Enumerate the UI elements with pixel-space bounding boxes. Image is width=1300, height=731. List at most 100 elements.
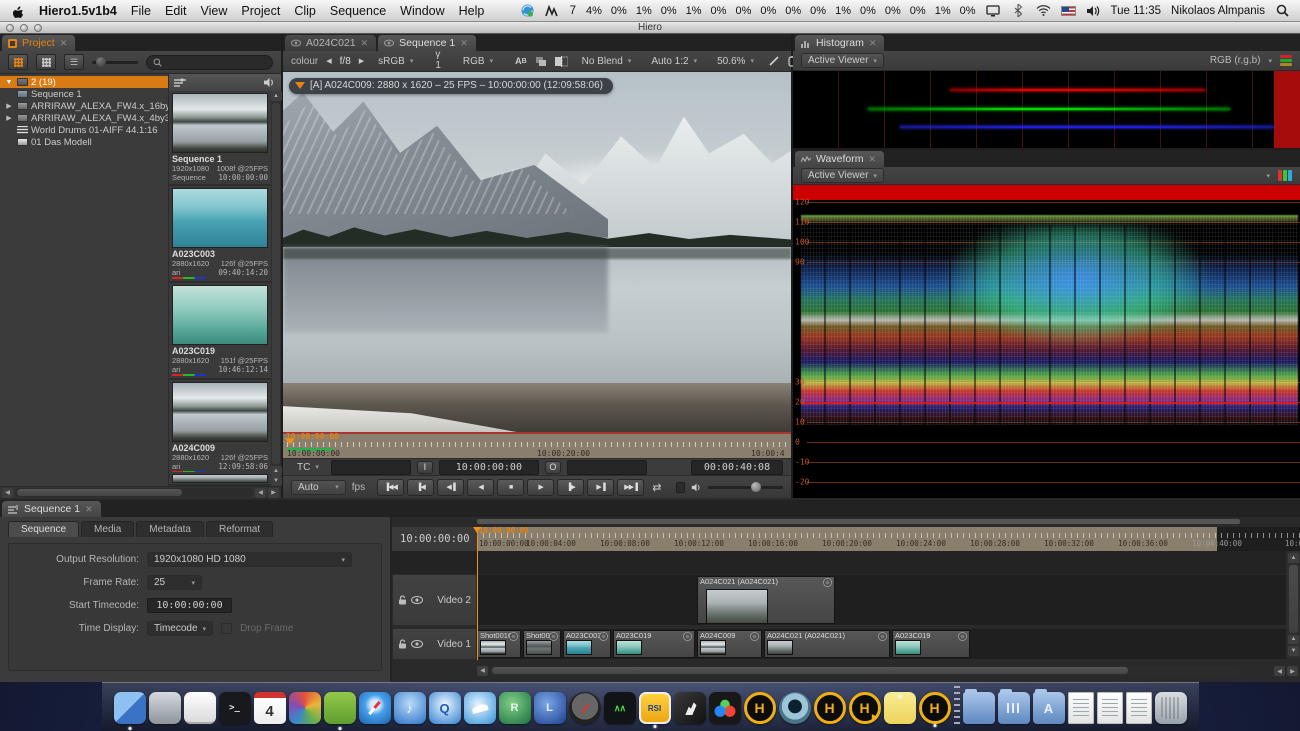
start-timecode-field[interactable]: 10:00:00:00 [147, 598, 232, 613]
tree-item[interactable]: ▶ ARRIRAW_ALEXA_FW4.x_4by3 [0, 112, 168, 124]
timeline-editor[interactable]: 10:00:00:00 10:00:00:00 10:00:00:0010:00… [392, 517, 1300, 682]
thumbnail-view-button[interactable] [8, 54, 28, 70]
subtab[interactable]: Metadata [136, 521, 204, 537]
frame-rate-dropdown[interactable]: 25▾ [147, 575, 202, 590]
close-tab-icon[interactable]: ✕ [85, 504, 93, 515]
eye-icon[interactable] [411, 596, 423, 604]
ab-compare-icon[interactable]: AB [515, 55, 527, 68]
gain-value[interactable]: f/8 [340, 56, 351, 67]
lock-icon[interactable] [398, 639, 407, 649]
timeline-clip[interactable]: A024C009 [697, 630, 762, 658]
step-forward-button[interactable]: ▐▶ [557, 479, 584, 496]
dock-hiero-2[interactable]: H [814, 692, 846, 724]
wifi-menu-icon[interactable] [1036, 4, 1051, 18]
colorspace-dropdown[interactable]: sRGB▾ [372, 54, 419, 69]
channel-dropdown[interactable]: RGB▾ [457, 54, 499, 69]
close-tab-icon[interactable]: ✕ [60, 38, 68, 49]
dock-stack-document-2[interactable] [1097, 692, 1123, 724]
volume-slider[interactable] [708, 486, 783, 489]
lock-icon[interactable] [398, 595, 407, 605]
bin-card-partial[interactable] [169, 472, 281, 486]
histogram-mode-icon[interactable] [1280, 55, 1292, 66]
dock-trash[interactable] [1155, 692, 1187, 724]
play-backward-button[interactable]: ◀ [467, 479, 494, 496]
gain-next-button[interactable]: ▶ [359, 55, 364, 68]
out-point-field[interactable] [567, 460, 647, 475]
gamma-control[interactable]: γ 1 [427, 49, 449, 73]
histogram-viewer-dropdown[interactable]: Active Viewer▾ [801, 53, 884, 68]
expand-arrow-icon[interactable]: ▶ [4, 102, 14, 110]
dock-stickies[interactable] [884, 692, 916, 724]
timeline-clip[interactable]: A023C019 [613, 630, 695, 658]
menu-item[interactable]: Sequence [330, 4, 386, 18]
bluetooth-menu-icon[interactable] [1011, 4, 1026, 18]
time-display-dropdown[interactable]: Timecode▾ [147, 621, 213, 636]
set-in-button[interactable]: I [417, 461, 433, 474]
close-tab-icon[interactable]: ✕ [361, 38, 369, 49]
goto-end-button[interactable]: ▶▶▐ [617, 479, 644, 496]
subtab[interactable]: Reformat [206, 521, 273, 537]
menu-item[interactable]: Clip [294, 4, 316, 18]
subtab[interactable]: Media [81, 521, 134, 537]
eye-icon[interactable] [411, 640, 423, 648]
timeline-clip[interactable]: A023C019 [892, 630, 970, 658]
menu-item[interactable]: Help [459, 4, 485, 18]
tab-sequence-1[interactable]: Sequence 1✕ [2, 501, 101, 517]
zoom-dropdown[interactable]: 50.6%▾ [711, 54, 760, 69]
project-search-input[interactable] [146, 55, 273, 70]
next-edit-button[interactable]: ▶▐ [587, 479, 614, 496]
spotlight-search-icon[interactable] [1275, 4, 1290, 18]
menu-item[interactable]: Edit [165, 4, 187, 18]
tree-item[interactable]: 01 Das Modell [0, 136, 168, 148]
speaker-icon[interactable] [691, 482, 702, 493]
scroll-up-icon[interactable]: ▲ [271, 91, 282, 101]
expand-arrow-icon[interactable]: ▶ [4, 114, 14, 122]
in-point-field[interactable] [331, 460, 411, 475]
output-resolution-dropdown[interactable]: 1920x1080 HD 1080▾ [147, 552, 352, 567]
viewer-tab[interactable]: A024C021 ✕ [285, 35, 376, 51]
proxy-dropdown[interactable]: Auto 1:2▾ [645, 54, 703, 69]
dock-app-blue[interactable]: L [534, 692, 566, 724]
dock-dashboard[interactable] [569, 692, 601, 724]
subtab[interactable]: Sequence [8, 521, 79, 537]
list-view-button[interactable]: ☰ [64, 54, 84, 70]
scroll-right-icon[interactable]: ▶ [1287, 666, 1298, 676]
banner-collapse-icon[interactable] [295, 82, 305, 89]
timeline-clip[interactable]: Shot00 [523, 630, 561, 658]
blend-dropdown[interactable]: No Blend▾ [576, 54, 638, 69]
dock-activity-monitor[interactable]: ∧∧ [604, 692, 636, 724]
menu-user-name[interactable]: Nikolaos Almpanis [1171, 5, 1265, 17]
tc-mode-dropdown[interactable]: TC▾ [291, 460, 325, 475]
menu-item[interactable]: View [201, 4, 228, 18]
dock-hiero-3[interactable]: H [919, 692, 951, 724]
timeline-zoom-bar[interactable] [477, 519, 1240, 524]
apple-menu-icon[interactable] [10, 4, 25, 18]
timeline-ruler[interactable]: 10:00:00:00 10:00:00:00 10:00:00:0010:00… [392, 527, 1300, 551]
track-body-video-1[interactable]: Shot0010 Shot00 [477, 628, 1286, 660]
tab-waveform[interactable]: Waveform✕ [795, 151, 884, 167]
bin-card[interactable]: A023C019 2880x1620151f @25FPS ari10:46:1… [169, 283, 271, 380]
tab-project[interactable]: Project✕ [2, 35, 75, 51]
track-body-video-2[interactable]: A024C021 (A024C021) [477, 574, 1286, 626]
dock-resolve[interactable] [709, 692, 741, 724]
bin-card[interactable]: A023C003 2880x1620126f @25FPS ari09:40:1… [169, 186, 271, 283]
bin-card[interactable]: Sequence 1 1920x10801008f @25FPS Sequenc… [169, 91, 271, 186]
set-out-button[interactable]: O [545, 461, 561, 474]
timeline-vertical-scrollbar[interactable]: ▲ ▲ ▼ [1287, 551, 1300, 658]
dock-disk-utility[interactable] [149, 692, 181, 724]
dock-openoffice[interactable] [464, 692, 496, 724]
layers-icon[interactable] [535, 55, 547, 68]
scroll-left-icon[interactable]: ◀ [2, 488, 13, 498]
dock-evernote[interactable] [324, 692, 356, 724]
dock-safari[interactable] [359, 692, 391, 724]
dock-stack-document-3[interactable] [1126, 692, 1152, 724]
dock-folder-library[interactable] [998, 692, 1030, 724]
dock-hiero-player[interactable]: H [849, 692, 881, 724]
timeline-clip[interactable]: A023C003 [563, 630, 611, 658]
viewer-timeline-scrub[interactable]: 10:00:00:00 10:00:00:0010:00:20:0010:00:… [283, 432, 791, 458]
step-back-button[interactable]: ◀▐ [437, 479, 464, 496]
scroll-down-icon[interactable]: ▼ [1288, 646, 1299, 656]
histogram-mode-dropdown[interactable]: RGB (r,g,b) [1210, 55, 1261, 66]
scroll-right-icon[interactable]: ▶ [268, 488, 279, 498]
scroll-up-icon-2[interactable]: ▲ [271, 466, 282, 476]
